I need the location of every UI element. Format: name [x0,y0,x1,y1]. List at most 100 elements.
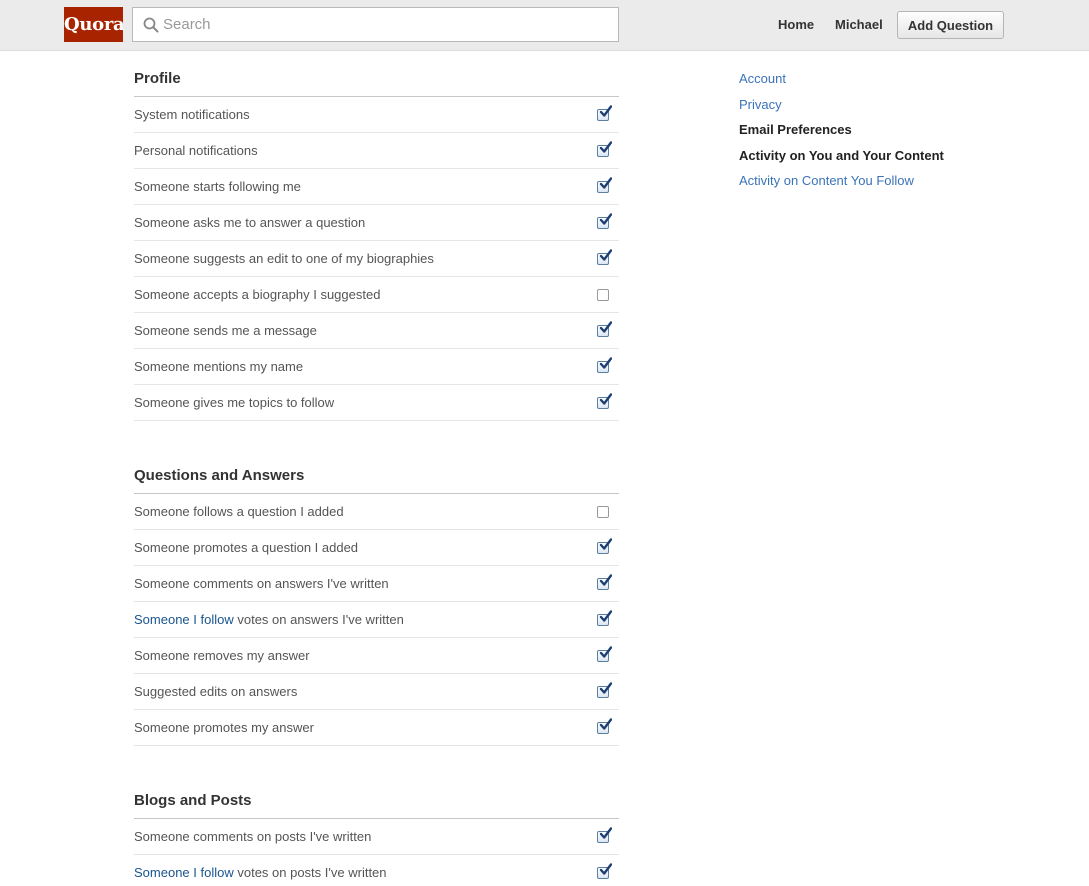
preference-label: Someone comments on answers I've written [134,576,389,591]
preference-text: Someone mentions my name [134,359,304,374]
preference-row: Suggested edits on answers [134,674,619,710]
preference-text: Someone starts following me [134,179,301,194]
preference-checkbox[interactable] [597,213,612,229]
sidebar-item-4[interactable]: Activity on Content You Follow [739,172,999,198]
preference-label: Someone I follow votes on answers I've w… [134,612,404,627]
sidebar-item-3[interactable]: Activity on You and Your Content [739,147,999,173]
sidebar-item-2[interactable]: Email Preferences [739,121,999,147]
preference-label: Someone starts following me [134,179,301,194]
preference-checkbox[interactable] [597,249,612,265]
preference-row: Someone starts following me [134,169,619,205]
preference-checkbox[interactable] [597,610,612,626]
preference-row: Personal notifications [134,133,619,169]
preference-checkbox[interactable] [597,393,612,409]
preference-row: Someone I follow votes on posts I've wri… [134,855,619,886]
sidebar-item-0[interactable]: Account [739,70,999,96]
checkmark-icon [599,574,612,586]
preference-label: Someone comments on posts I've written [134,829,371,844]
preference-checkbox[interactable] [597,289,609,301]
preference-row: Someone sends me a message [134,313,619,349]
preference-label: Someone promotes a question I added [134,540,358,555]
preference-checkbox[interactable] [597,827,612,843]
preference-label: Someone mentions my name [134,359,303,374]
preference-label: Someone asks me to answer a question [134,215,365,230]
nav-home-link[interactable]: Home [778,17,814,32]
preference-text: Suggested edits on answers [134,684,298,699]
quora-logo[interactable]: Quora [64,7,125,42]
search-box[interactable] [132,7,619,42]
settings-sidebar: Account Privacy Email Preferences Activity … [739,70,999,198]
preference-text: Someone suggests an edit to one of my bi… [134,251,434,266]
preference-text: Someone promotes a question I added [134,540,359,555]
preference-row: Someone I follow votes on answers I've w… [134,602,619,638]
checkmark-icon [599,646,612,658]
preference-text: votes on answers I've written [233,612,404,627]
preference-row: Someone suggests an edit to one of my bi… [134,241,619,277]
preference-label: Someone I follow votes on posts I've wri… [134,865,387,880]
preference-text: Someone removes my answer [134,648,310,663]
checkmark-icon [599,610,612,622]
checkmark-icon [599,249,612,261]
preference-checkbox[interactable] [597,141,612,157]
preference-checkbox[interactable] [597,506,609,518]
preference-row: Someone comments on posts I've written [134,819,619,855]
preference-checkbox[interactable] [597,574,612,590]
preference-row: Someone removes my answer [134,638,619,674]
preference-row: Someone gives me topics to follow [134,385,619,421]
checkmark-icon [599,141,612,153]
preference-text: System notifications [134,107,250,122]
checkmark-icon [599,213,612,225]
preference-row: System notifications [134,97,619,133]
preference-checkbox[interactable] [597,718,612,734]
preference-text: Someone gives me topics to follow [134,395,335,410]
preference-label: Someone suggests an edit to one of my bi… [134,251,434,266]
search-icon [143,17,159,33]
preference-checkbox[interactable] [597,646,612,662]
preference-label: Someone promotes my answer [134,720,314,735]
preference-checkbox[interactable] [597,321,612,337]
preference-text: Someone comments on answers I've written [134,576,389,591]
preference-checkbox[interactable] [597,538,612,554]
preference-text: Someone asks me to answer a question [134,215,366,230]
preference-row: Someone follows a question I added [134,494,619,530]
preference-checkbox[interactable] [597,863,612,879]
checkmark-icon [599,718,612,730]
preference-text: votes on posts I've written [233,865,387,880]
preference-label: Someone follows a question I added [134,504,344,519]
checkmark-icon [599,321,612,333]
search-input[interactable] [163,8,613,41]
preference-text: Someone promotes my answer [134,720,314,735]
preference-row: Someone asks me to answer a question [134,205,619,241]
add-question-button[interactable]: Add Question [897,11,1004,39]
email-preferences-panel: Profile System notifications Personal noti… [134,51,619,886]
nav-profile-link[interactable]: Michael [835,17,883,32]
people-i-follow-link[interactable]: Someone I follow [134,612,234,627]
preference-checkbox[interactable] [597,177,612,193]
checkmark-icon [599,357,612,369]
section-title: Profile [134,51,619,97]
preference-checkbox[interactable] [597,105,612,121]
sidebar-item-1[interactable]: Privacy [739,96,999,122]
top-header: Quora Home Michael Add Question [0,0,1089,51]
preference-row: Someone comments on answers I've written [134,566,619,602]
preference-label: Someone removes my answer [134,648,310,663]
preference-label: Personal notifications [134,143,258,158]
section-title: Blogs and Posts [134,773,619,819]
preference-checkbox[interactable] [597,357,612,373]
checkmark-icon [599,827,612,839]
preference-row: Someone promotes my answer [134,710,619,746]
preference-row: Someone promotes a question I added [134,530,619,566]
people-i-follow-link[interactable]: Someone I follow [134,865,234,880]
section-title: Questions and Answers [134,448,619,494]
checkmark-icon [599,177,612,189]
preference-checkbox[interactable] [597,682,612,698]
preference-label: Suggested edits on answers [134,684,297,699]
preference-text: Someone accepts a biography I suggested [134,287,381,302]
preference-label: Someone accepts a biography I suggested [134,287,380,302]
checkmark-icon [599,682,612,694]
checkmark-icon [599,538,612,550]
checkmark-icon [599,393,612,405]
preference-row: Someone accepts a biography I suggested [134,277,619,313]
